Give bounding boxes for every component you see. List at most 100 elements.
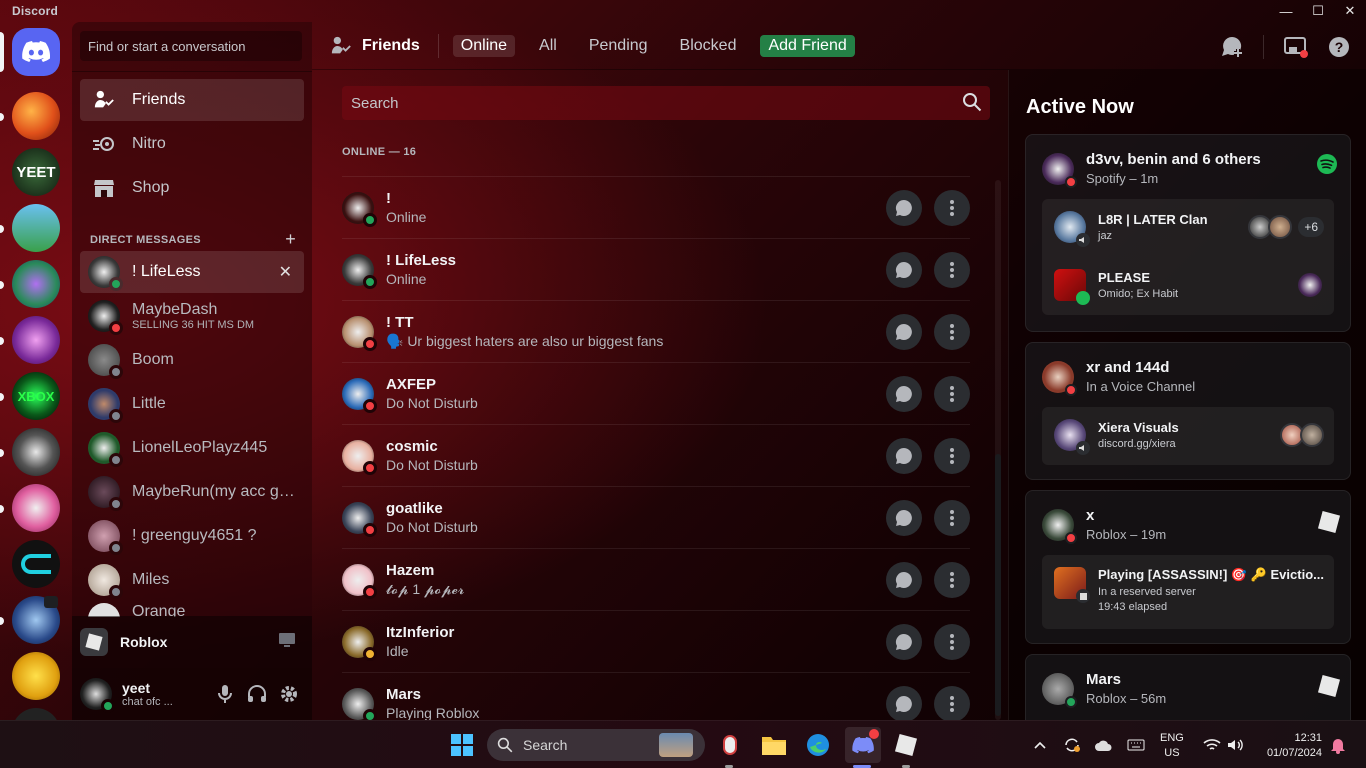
message-button[interactable] [886, 686, 922, 722]
weather-tray-icon[interactable] [1088, 729, 1120, 761]
more-options-button[interactable] [934, 190, 970, 226]
inbox-icon[interactable] [1282, 34, 1308, 60]
activity-card[interactable]: d3vv, benin and 6 others Spotify – 1m L8R… [1025, 134, 1351, 332]
server-icon-8[interactable] [12, 484, 60, 532]
more-options-button[interactable] [934, 376, 970, 412]
notification-bell-icon[interactable] [1322, 729, 1354, 761]
user-avatar[interactable] [80, 678, 115, 713]
activity-card[interactable]: xr and 144d In a Voice Channel Xiera Visu… [1025, 342, 1351, 480]
more-options-button[interactable] [934, 438, 970, 474]
voice-channel-row[interactable]: L8R | LATER Clan jaz [1054, 211, 1208, 247]
friend-row[interactable]: ! Online [342, 176, 970, 238]
dm-item[interactable]: ! greenguy4651 ? [80, 515, 304, 557]
tab-online[interactable]: Online [452, 34, 516, 57]
friend-row[interactable]: Hazem 𝓽𝓸𝓹 1 𝓹𝓸𝓹𝓮𝓻 [342, 548, 970, 610]
minimize-button[interactable]: — [1270, 0, 1302, 22]
more-options-button[interactable] [934, 562, 970, 598]
friend-row[interactable]: ! TT 🗣️ Ur biggest haters are also ur big… [342, 300, 970, 362]
show-hidden-icons-chevron-icon[interactable] [1024, 729, 1056, 761]
more-options-button[interactable] [934, 686, 970, 722]
server-icon-5[interactable] [12, 316, 60, 364]
activity-panel[interactable]: Roblox [72, 616, 312, 668]
more-options-button[interactable] [934, 252, 970, 288]
friend-row[interactable]: AXFEP Do Not Disturb [342, 362, 970, 424]
dm-item[interactable]: Miles [80, 559, 304, 601]
message-button[interactable] [886, 314, 922, 350]
find-conversation-button[interactable]: Find or start a conversation [80, 31, 302, 61]
nav-friends[interactable]: Friends [80, 79, 304, 121]
dm-item[interactable]: LionelLeoPlayz445 [80, 427, 304, 469]
maximize-button[interactable]: ☐ [1302, 0, 1334, 22]
dm-item[interactable]: Little [80, 383, 304, 425]
more-options-button[interactable] [934, 624, 970, 660]
message-button[interactable] [886, 438, 922, 474]
dm-item[interactable]: Boom [80, 339, 304, 381]
scrollbar[interactable] [995, 180, 1001, 720]
message-button[interactable] [886, 252, 922, 288]
server-icon-1[interactable] [12, 92, 60, 140]
scrollbar-thumb[interactable] [995, 454, 1001, 716]
game-row[interactable]: Playing [ASSASSIN!] 🎯 🔑 Evictio... In a r… [1054, 567, 1324, 613]
microphone-icon[interactable] [214, 683, 236, 705]
settings-gear-icon[interactable] [278, 683, 300, 705]
server-icon-11[interactable] [12, 652, 60, 700]
taskbar-search-label: Search [523, 737, 568, 753]
more-options-button[interactable] [934, 500, 970, 536]
activity-card[interactable]: Mars Roblox – 56m [1025, 654, 1351, 720]
more-options-button[interactable] [934, 314, 970, 350]
input-language[interactable]: ENG US [1160, 731, 1184, 761]
server-icon-7[interactable] [12, 428, 60, 476]
new-group-dm-icon[interactable] [1219, 34, 1245, 60]
discord-taskbar-icon[interactable] [845, 727, 881, 763]
spotify-track-row[interactable]: PLEASE Omido; Ex Habit [1054, 269, 1178, 305]
nav-nitro[interactable]: Nitro [80, 123, 304, 165]
start-button[interactable] [446, 729, 478, 761]
server-icon-4[interactable] [12, 260, 60, 308]
dm-item[interactable]: MaybeRun(my acc got... [80, 471, 304, 513]
message-button[interactable] [886, 376, 922, 412]
friend-row[interactable]: ItzInferior Idle [342, 610, 970, 672]
message-button[interactable] [886, 562, 922, 598]
server-icon-9[interactable] [12, 540, 60, 588]
server-icon-xbox[interactable]: XBOX [12, 372, 60, 420]
avatar [342, 315, 377, 351]
add-friend-button[interactable]: Add Friend [760, 34, 855, 57]
roblox-taskbar-icon[interactable] [890, 729, 922, 761]
friend-row[interactable]: goatlike Do Not Disturb [342, 486, 970, 548]
search-input[interactable]: Search [342, 86, 990, 120]
dm-item[interactable]: ! LifeLess ✕ [80, 251, 304, 293]
close-dm-icon[interactable]: ✕ [279, 262, 292, 282]
server-icon-12[interactable] [12, 708, 60, 720]
mouse-app-icon[interactable] [714, 729, 746, 761]
sync-tray-icon[interactable] [1056, 729, 1088, 761]
dm-item[interactable]: MaybeDash SELLING 36 HIT MS DM [80, 295, 304, 337]
row-title: Playing [ASSASSIN!] 🎯 🔑 Evictio... [1098, 567, 1324, 582]
dm-item[interactable]: Orange [80, 603, 304, 617]
headphones-icon[interactable] [246, 683, 268, 705]
tab-blocked[interactable]: Blocked [672, 35, 745, 57]
keyboard-tray-icon[interactable] [1120, 729, 1152, 761]
header-divider [437, 33, 439, 58]
help-icon[interactable]: ? [1326, 34, 1352, 60]
edge-browser-icon[interactable] [802, 729, 834, 761]
message-button[interactable] [886, 500, 922, 536]
tab-pending[interactable]: Pending [581, 35, 656, 57]
volume-icon[interactable] [1220, 729, 1252, 761]
friend-row[interactable]: ! LifeLess Online [342, 238, 970, 300]
nav-shop[interactable]: Shop [80, 167, 304, 209]
create-dm-button[interactable]: + [285, 229, 296, 250]
voice-channel-row[interactable]: Xiera Visuals discord.gg/xiera [1054, 419, 1179, 455]
message-button[interactable] [886, 190, 922, 226]
close-window-button[interactable]: ✕ [1334, 0, 1366, 22]
stream-screen-icon[interactable] [278, 632, 296, 653]
server-icon-yeet[interactable]: YEET [12, 148, 60, 196]
taskbar-clock[interactable]: 12:31 01/07/2024 [1258, 731, 1322, 761]
tab-all[interactable]: All [531, 35, 565, 57]
activity-card[interactable]: x Roblox – 19m Playing [ASSASSIN!] 🎯 🔑 Ev… [1025, 490, 1351, 644]
file-explorer-icon[interactable] [758, 729, 790, 761]
friend-row[interactable]: cosmic Do Not Disturb [342, 424, 970, 486]
message-button[interactable] [886, 624, 922, 660]
server-icon-3[interactable] [12, 204, 60, 252]
taskbar-search[interactable]: Search [487, 729, 705, 761]
home-button[interactable] [12, 28, 60, 76]
